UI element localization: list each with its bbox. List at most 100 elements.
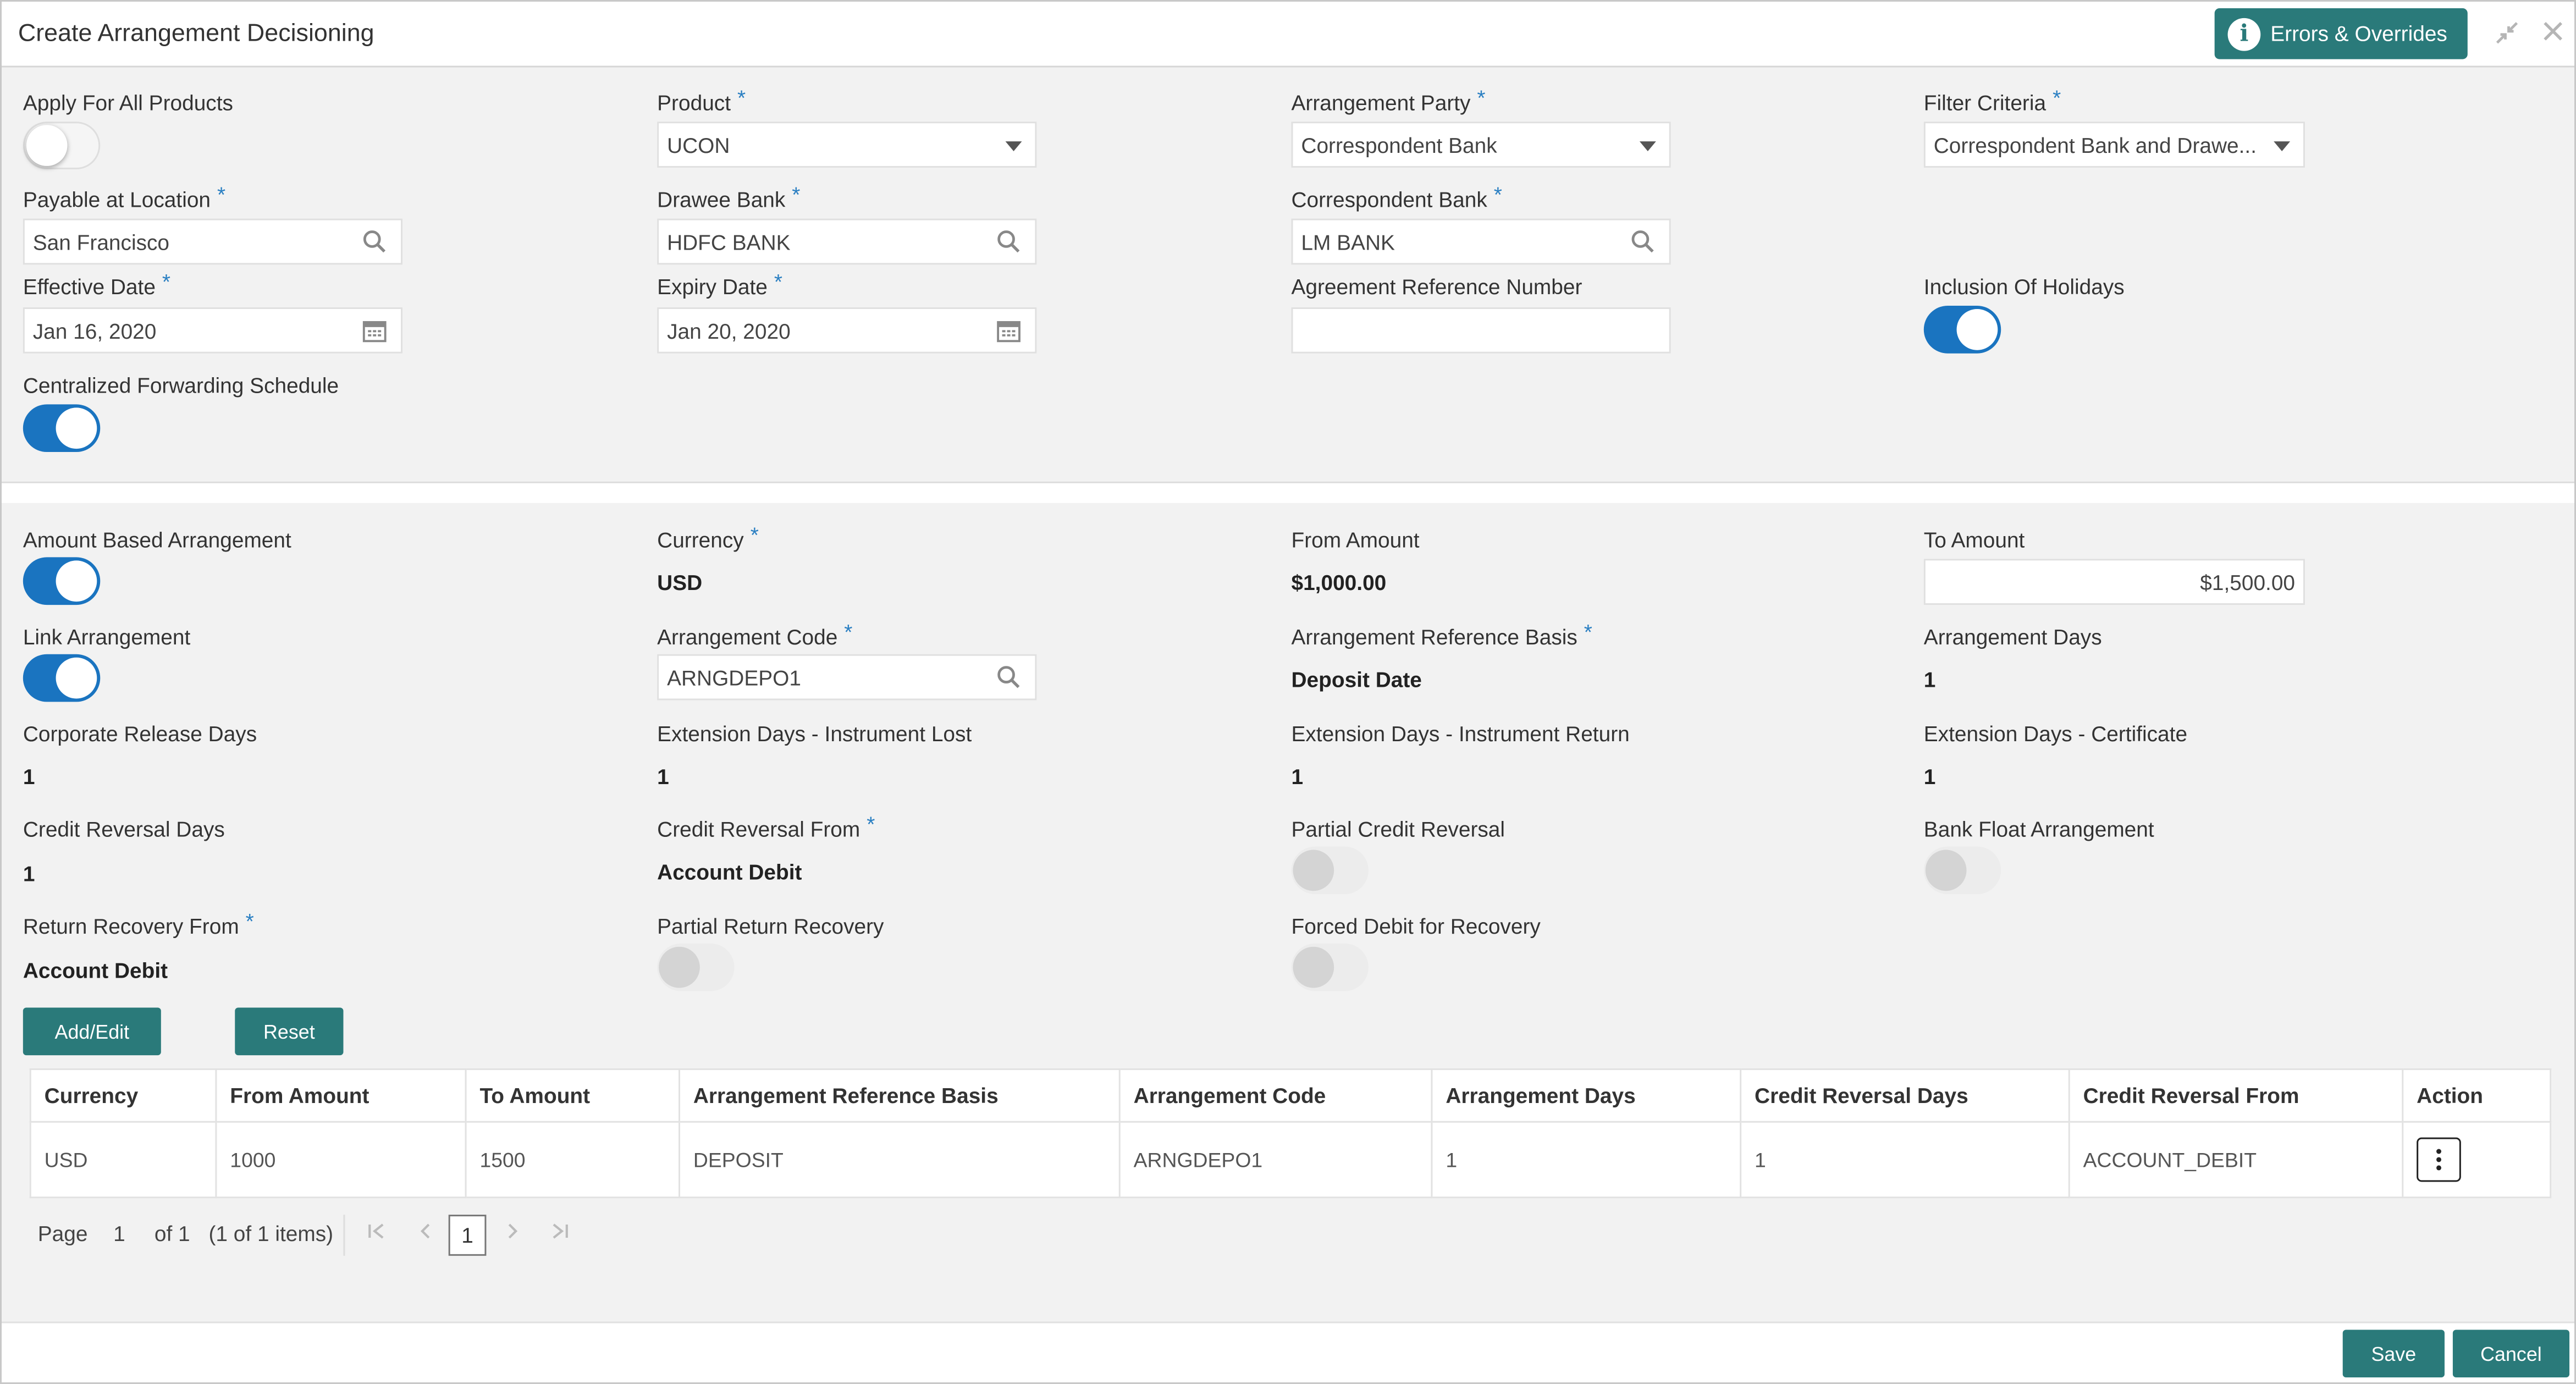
column-header: Action — [2402, 1068, 2552, 1123]
table-cell: 1500 — [465, 1121, 680, 1199]
effective-date-value: Jan 16, 2020 — [32, 318, 157, 344]
page-number[interactable]: 1 — [113, 1221, 125, 1246]
ext-certificate-value: 1 — [1923, 764, 1936, 789]
forced-debit-toggle[interactable] — [1291, 943, 1369, 991]
calendar-icon[interactable] — [996, 317, 1022, 344]
create-arrangement-decisioning-window: Create Arrangement Decisioning i Errors … — [0, 0, 2576, 1384]
ext-instrument-return-label: Extension Days - Instrument Return — [1291, 721, 1630, 747]
footer-bar — [1, 1321, 2575, 1383]
centralized-forwarding-toggle[interactable] — [23, 404, 101, 453]
chevron-down-icon — [2274, 141, 2291, 152]
calendar-icon[interactable] — [361, 317, 388, 344]
search-icon[interactable] — [996, 229, 1022, 255]
correspondent-bank-input[interactable]: LM BANK — [1291, 218, 1671, 265]
arrangement-party-select[interactable]: Correspondent Bank — [1291, 122, 1671, 168]
next-page-icon[interactable] — [503, 1221, 522, 1246]
cancel-button[interactable]: Cancel — [2452, 1330, 2570, 1378]
forced-debit-label: Forced Debit for Recovery — [1291, 914, 1541, 939]
product-value: UCON — [667, 133, 730, 158]
bank-float-toggle[interactable] — [1923, 846, 2001, 895]
return-recovery-label: Return Recovery From * — [23, 909, 254, 939]
currency-value: USD — [657, 570, 703, 595]
search-icon[interactable] — [996, 664, 1022, 691]
reference-basis-value: Deposit Date — [1291, 667, 1422, 692]
filter-criteria-label: Filter Criteria * — [1923, 85, 2061, 115]
inclusion-holidays-label: Inclusion Of Holidays — [1923, 274, 2125, 300]
search-icon[interactable] — [361, 229, 388, 255]
product-select[interactable]: UCON — [657, 122, 1037, 168]
arrangement-code-value: ARNGDEPO1 — [667, 665, 802, 691]
partial-credit-reversal-toggle[interactable] — [1291, 846, 1369, 895]
credit-reversal-days-value: 1 — [23, 861, 35, 886]
drawee-bank-value: HDFC BANK — [667, 230, 791, 255]
first-page-icon[interactable] — [366, 1221, 386, 1246]
table-cell: 1 — [1740, 1121, 2070, 1199]
reset-button[interactable]: Reset — [235, 1007, 344, 1056]
ext-instrument-return-value: 1 — [1291, 764, 1304, 789]
payable-location-label: Payable at Location * — [23, 182, 226, 212]
partial-return-recovery-label: Partial Return Recovery — [657, 914, 884, 939]
column-header[interactable]: Credit Reversal Days — [1740, 1068, 2070, 1123]
inclusion-holidays-toggle[interactable] — [1923, 306, 2001, 354]
search-icon[interactable] — [1630, 229, 1656, 255]
effective-date-input[interactable]: Jan 16, 2020 — [23, 307, 403, 354]
prev-page-icon[interactable] — [416, 1221, 435, 1246]
ext-instrument-lost-value: 1 — [657, 764, 669, 789]
from-amount-label: From Amount — [1291, 527, 1420, 553]
product-label: Product * — [657, 85, 746, 115]
payable-location-input[interactable]: San Francisco — [23, 218, 403, 265]
corporate-release-value: 1 — [23, 764, 35, 789]
apply-all-products-toggle[interactable] — [23, 122, 101, 169]
to-amount-input[interactable]: $1,500.00 — [1923, 559, 2305, 605]
table-cell: ARNGDEPO1 — [1118, 1121, 1433, 1199]
column-header[interactable]: To Amount — [465, 1068, 680, 1123]
table-header-row: Currency From Amount To Amount Arrangeme… — [29, 1068, 2552, 1123]
ext-certificate-label: Extension Days - Certificate — [1923, 721, 2188, 747]
table-cell: DEPOSIT — [678, 1121, 1121, 1199]
last-page-icon[interactable] — [550, 1221, 570, 1246]
more-actions-icon[interactable] — [2417, 1137, 2461, 1182]
column-header[interactable]: Arrangement Days — [1431, 1068, 1742, 1123]
from-amount-value: $1,000.00 — [1291, 570, 1387, 595]
partial-return-recovery-toggle[interactable] — [657, 943, 735, 991]
drawee-bank-label: Drawee Bank * — [657, 182, 801, 212]
amount-based-toggle[interactable] — [23, 557, 101, 605]
add-edit-button[interactable]: Add/Edit — [23, 1007, 161, 1056]
chevron-down-icon — [1005, 141, 1022, 152]
column-header[interactable]: Currency — [29, 1068, 217, 1123]
amount-based-label: Amount Based Arrangement — [23, 527, 291, 553]
info-icon: i — [2227, 17, 2261, 51]
link-arrangement-label: Link Arrangement — [23, 624, 191, 649]
current-page-box[interactable]: 1 — [448, 1215, 487, 1256]
close-icon[interactable] — [2541, 20, 2564, 49]
to-amount-value: $1,500.00 — [2200, 570, 2296, 595]
column-header[interactable]: Arrangement Code — [1118, 1068, 1433, 1123]
chevron-down-icon — [1639, 141, 1656, 152]
agreement-reference-input[interactable] — [1291, 307, 1671, 354]
save-button[interactable]: Save — [2342, 1330, 2445, 1378]
to-amount-label: To Amount — [1923, 527, 2025, 553]
minimize-icon[interactable] — [2494, 20, 2520, 53]
table-cell: ACCOUNT_DEBIT — [2068, 1121, 2404, 1199]
expiry-date-value: Jan 20, 2020 — [667, 318, 791, 344]
table-row[interactable]: USD 1000 1500 DEPOSIT ARNGDEPO1 1 1 ACCO… — [29, 1121, 2552, 1199]
arrangement-code-input[interactable]: ARNGDEPO1 — [657, 654, 1037, 701]
drawee-bank-input[interactable]: HDFC BANK — [657, 218, 1037, 265]
section-divider — [1, 483, 2575, 503]
filter-criteria-value: Correspondent Bank and Drawe... — [1933, 133, 2257, 158]
link-arrangement-toggle[interactable] — [23, 654, 101, 702]
arrangement-table: Currency From Amount To Amount Arrangeme… — [29, 1068, 2552, 1199]
correspondent-bank-label: Correspondent Bank * — [1291, 182, 1502, 212]
column-header[interactable]: Arrangement Reference Basis — [678, 1068, 1121, 1123]
reference-basis-label: Arrangement Reference Basis * — [1291, 619, 1592, 649]
expiry-date-input[interactable]: Jan 20, 2020 — [657, 307, 1037, 354]
payable-location-value: San Francisco — [32, 230, 170, 255]
filter-criteria-select[interactable]: Correspondent Bank and Drawe... — [1923, 122, 2305, 168]
bank-float-label: Bank Float Arrangement — [1923, 817, 2154, 842]
pager-divider — [343, 1215, 345, 1256]
table-cell: 1000 — [215, 1121, 467, 1199]
errors-overrides-button[interactable]: i Errors & Overrides — [2214, 8, 2468, 59]
arrangement-days-value: 1 — [1923, 667, 1936, 692]
column-header[interactable]: Credit Reversal From — [2068, 1068, 2404, 1123]
column-header[interactable]: From Amount — [215, 1068, 467, 1123]
